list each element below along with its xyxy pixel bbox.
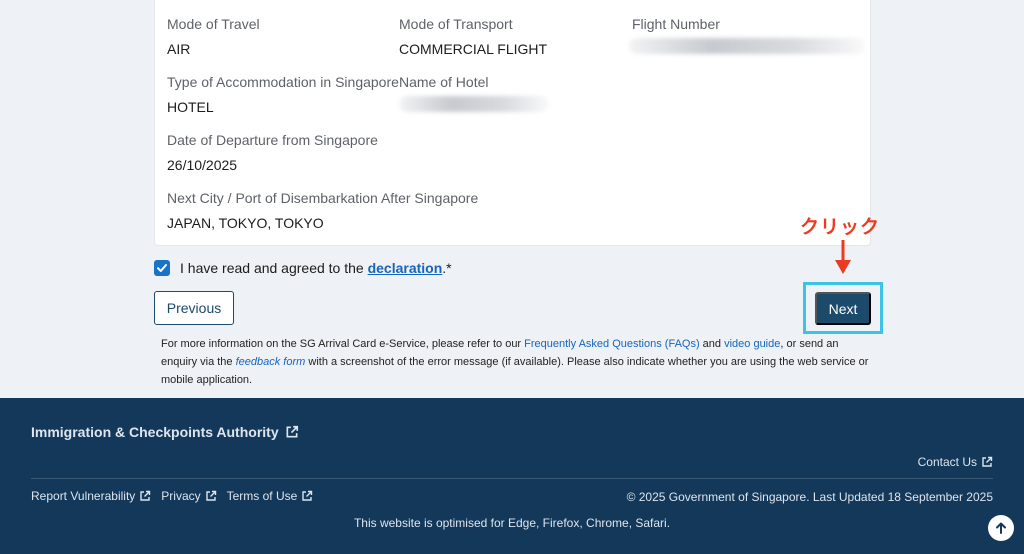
contact-us-label: Contact Us [917,455,977,469]
privacy-label: Privacy [161,489,201,503]
info-text-2: and [699,338,725,350]
next-button[interactable]: Next [815,292,871,325]
declaration-checkbox[interactable] [154,260,170,276]
report-vulnerability-link[interactable]: Report Vulnerability [31,489,151,503]
external-link-icon [302,490,313,501]
authority-name: Immigration & Checkpoints Authority [31,424,279,440]
accommodation-type-label: Type of Accommodation in Singapore [167,74,399,90]
browser-support-text: This website is optimised for Edge, Fire… [353,516,671,530]
departure-date-label: Date of Departure from Singapore [167,132,378,148]
declaration-text-before: I have read and agreed to the [180,260,368,276]
authority-link[interactable]: Immigration & Checkpoints Authority [31,424,299,440]
click-annotation: クリック [800,216,881,238]
declaration-text-after: .* [442,260,452,276]
copyright-text: © 2025 Government of Singapore. Last Upd… [626,490,993,504]
next-city-label: Next City / Port of Disembarkation After… [167,190,479,206]
declaration-link[interactable]: declaration [368,260,443,276]
footer-divider [31,478,993,479]
arrow-up-icon [996,522,1006,534]
mode-of-travel-value: AIR [167,41,191,57]
privacy-link[interactable]: Privacy [161,489,216,503]
next-city-field: Next City / Port of Disembarkation After… [167,190,478,231]
mode-of-transport-value: COMMERCIAL FLIGHT [399,41,548,57]
external-link-icon [205,490,216,501]
next-city-value: JAPAN, TOKYO, TOKYO [167,215,324,231]
previous-button[interactable]: Previous [154,291,234,325]
contact-us-link[interactable]: Contact Us [918,455,993,469]
mode-of-transport-label: Mode of Transport [399,16,513,32]
declaration-row: I have read and agreed to the declaratio… [154,259,452,277]
faq-link[interactable]: Frequently Asked Questions (FAQs) [524,338,699,350]
external-link-icon [982,456,993,467]
accommodation-type-field: Type of Accommodation in Singapore HOTEL [167,74,399,115]
flight-number-redacted [629,38,865,54]
hotel-name-label: Name of Hotel [399,74,489,90]
info-text-1: For more information on the SG Arrival C… [161,338,525,350]
accommodation-type-value: HOTEL [167,99,214,115]
feedback-form-link[interactable]: feedback form [236,356,306,368]
mode-of-transport-field: Mode of Transport COMMERCIAL FLIGHT [399,16,547,57]
trip-details-card: Mode of Travel AIR Mode of Transport COM… [154,0,871,246]
hotel-name-redacted [399,96,549,112]
help-info-text: For more information on the SG Arrival C… [161,335,873,389]
flight-number-label: Flight Number [632,16,720,32]
departure-date-field: Date of Departure from Singapore 26/10/2… [167,132,378,173]
down-arrow-icon [835,240,851,274]
hotel-name-field: Name of Hotel [399,74,488,90]
external-link-icon [286,425,298,438]
external-link-icon [140,490,151,501]
mode-of-travel-field: Mode of Travel AIR [167,16,260,57]
site-footer: Immigration & Checkpoints Authority Cont… [0,398,1024,554]
footer-links: Report Vulnerability Privacy Terms of Us… [31,489,313,503]
terms-of-use-link[interactable]: Terms of Use [227,489,314,503]
mode-of-travel-label: Mode of Travel [167,16,260,32]
declaration-label: I have read and agreed to the declaratio… [180,260,452,276]
report-vulnerability-label: Report Vulnerability [31,489,136,503]
flight-number-field: Flight Number [632,16,720,32]
back-to-top-button[interactable] [988,515,1014,541]
checkmark-icon [157,264,167,272]
video-guide-link[interactable]: video guide [724,338,780,350]
terms-of-use-label: Terms of Use [226,489,298,503]
departure-date-value: 26/10/2025 [167,157,238,173]
